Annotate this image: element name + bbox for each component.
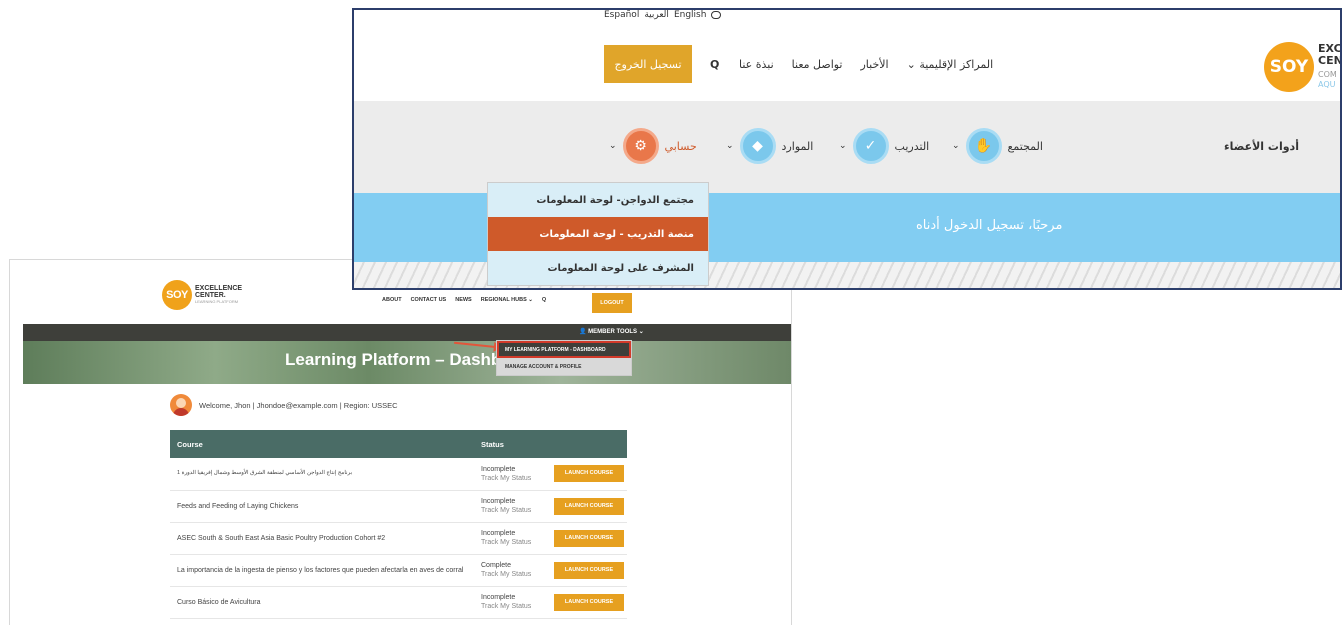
menu-label: المجتمع [1007, 139, 1043, 153]
welcome-text: Welcome, Jhon | Jhondoe@example.com | Re… [199, 400, 398, 410]
nav-contact[interactable]: CONTACT US [411, 297, 447, 303]
member-tools-dropdown: MY LEARNING PLATFORM - DASHBOARD MANAGE … [496, 340, 632, 376]
logout-button[interactable]: تسجيل الخروج [604, 45, 692, 83]
course-name: Curso Básico de Avicultura [170, 586, 474, 619]
language-switcher: Español العربية English [604, 10, 722, 20]
menu-item-learning-dashboard[interactable]: MY LEARNING PLATFORM - DASHBOARD [497, 341, 631, 358]
menu-item-community-dashboard[interactable]: مجتمع الدواجن- لوحة المعلومات [488, 183, 708, 217]
chevron-down-icon: ⌄ [952, 141, 960, 151]
nav-regional-hubs[interactable]: REGIONAL HUBS ⌄ [481, 297, 533, 303]
course-status: Incomplete [481, 594, 516, 601]
member-bar: 👤 MEMBER TOOLS ⌄ [23, 324, 791, 341]
resources-icon: ◆ [739, 128, 776, 164]
track-status-link[interactable]: Track My Status [481, 570, 547, 579]
course-name: Feeds and Feeding of Laying Chickens [170, 490, 474, 523]
course-name: برنامج إنتاج الدواجن الأساسي لمنطقة الشر… [170, 458, 474, 491]
table-row: La importancia de la ingesta de pienso y… [170, 554, 627, 587]
menu-item-training-dashboard[interactable]: منصة التدريب - لوحة المعلومات [488, 217, 708, 251]
track-status-link[interactable]: Track My Status [481, 474, 547, 483]
launch-course-button[interactable]: LAUNCH COURSE [554, 465, 624, 483]
nav-contact[interactable]: تواصل معنا [792, 58, 843, 71]
menu-item-manage-account[interactable]: MANAGE ACCOUNT & PROFILE [497, 358, 631, 375]
logo-subtext: COM [1318, 70, 1337, 79]
table-row: Curso Básico de Avicultura Incomplete Tra… [170, 586, 627, 619]
account-dropdown: مجتمع الدواجن- لوحة المعلومات منصة التدر… [487, 182, 709, 286]
lang-arabic[interactable]: العربية [644, 10, 669, 20]
launch-course-button[interactable]: LAUNCH COURSE [554, 561, 624, 579]
english-dashboard-screenshot: SOY EXCELLENCE CENTER. LEARNING PLATFORM… [9, 259, 792, 625]
course-name: ASEC South & South East Asia Basic Poult… [170, 522, 474, 555]
chat-icon[interactable] [711, 11, 722, 19]
nav-news[interactable]: NEWS [455, 297, 472, 303]
course-table: Course Status برنامج إنتاج الدواجن الأسا… [170, 430, 627, 619]
arabic-menu-screenshot: Español العربية English تسجيل الخروج Q ا… [352, 8, 1342, 290]
lang-english[interactable]: English [674, 10, 707, 20]
logo-text-line3: LEARNING PLATFORM [195, 299, 239, 304]
badge-icon: ✓ [852, 128, 889, 164]
track-status-link[interactable]: Track My Status [481, 602, 547, 611]
handshake-icon: ✋ [965, 128, 1002, 164]
column-header-status: Status [474, 430, 627, 458]
menu-training[interactable]: ⌄ ✓ التدريب [839, 128, 929, 164]
soy-logo-icon[interactable]: SOY [1264, 42, 1314, 92]
member-tools-menu[interactable]: 👤 MEMBER TOOLS ⌄ [579, 328, 644, 335]
top-nav: ABOUT CONTACT US NEWS REGIONAL HUBS ⌄ Q [382, 297, 555, 303]
course-status: Incomplete [481, 530, 516, 537]
member-tools-label[interactable]: أدوات الأعضاء [1224, 140, 1299, 153]
menu-resources[interactable]: ⌄ ◆ الموارد [726, 128, 813, 164]
welcome-line: Welcome, Jhon | Jhondoe@example.com | Re… [170, 394, 398, 416]
welcome-banner-text: مرحبًا، تسجيل الدخول أدناه [916, 218, 1063, 233]
course-name: La importancia de la ingesta de pienso y… [170, 554, 474, 587]
search-icon[interactable]: Q [542, 297, 546, 303]
track-status-link[interactable]: Track My Status [481, 538, 547, 547]
menu-label: التدريب [894, 139, 930, 153]
menu-item-supervisor-dashboard[interactable]: المشرف على لوحة المعلومات [488, 251, 708, 285]
hero-banner: Learning Platform – Dashboard [23, 341, 791, 384]
course-status: Incomplete [481, 465, 516, 473]
column-header-course: Course [170, 430, 474, 458]
launch-course-button[interactable]: LAUNCH COURSE [554, 497, 624, 515]
main-menu-bar: ⌄ ⚙ حسابي ⌄ ◆ الموارد ⌄ ✓ التدريب ⌄ ✋ ال… [354, 101, 1340, 193]
nav-regional-hubs[interactable]: المراكز الإقليمية ⌄ [907, 58, 994, 71]
menu-community[interactable]: ⌄ ✋ المجتمع [952, 128, 1043, 164]
logout-button[interactable]: LOGOUT [592, 293, 632, 313]
nav-about[interactable]: نبذة عنا [739, 58, 774, 71]
avatar [170, 394, 192, 416]
table-row: برنامج إنتاج الدواجن الأساسي لمنطقة الشر… [170, 458, 627, 491]
table-row: Feeds and Feeding of Laying Chickens Inc… [170, 490, 627, 523]
course-status: Complete [481, 562, 511, 569]
gear-icon: ⚙ [622, 128, 659, 164]
menu-my-account[interactable]: ⌄ ⚙ حسابي [609, 128, 697, 164]
logo-text-line2: CENTER. [195, 292, 226, 299]
menu-label: الموارد [781, 139, 814, 153]
course-status: Incomplete [481, 498, 516, 505]
nav-news[interactable]: الأخبار [861, 58, 889, 71]
top-nav: المراكز الإقليمية ⌄ الأخبار تواصل معنا ن… [739, 58, 993, 71]
chevron-down-icon: ⌄ [726, 141, 734, 151]
logo-subtext-2: AQU [1318, 80, 1336, 89]
site-logo[interactable]: SOY EXCELLENCE CENTER. LEARNING PLATFORM [162, 280, 242, 310]
nav-about[interactable]: ABOUT [382, 297, 402, 303]
table-row: ASEC South & South East Asia Basic Poult… [170, 522, 627, 555]
logo-text-line1: EXCELLENCE [195, 285, 243, 292]
launch-course-button[interactable]: LAUNCH COURSE [554, 529, 624, 547]
search-icon[interactable]: Q [710, 58, 719, 71]
launch-course-button[interactable]: LAUNCH COURSE [554, 593, 624, 611]
chevron-down-icon: ⌄ [609, 141, 617, 151]
lang-spanish[interactable]: Español [604, 10, 639, 20]
track-status-link[interactable]: Track My Status [481, 506, 547, 515]
menu-label: حسابي [664, 139, 697, 153]
logo-text: EXC CEN [1318, 42, 1342, 67]
chevron-down-icon: ⌄ [839, 141, 847, 151]
soy-logo-icon: SOY [162, 280, 192, 310]
